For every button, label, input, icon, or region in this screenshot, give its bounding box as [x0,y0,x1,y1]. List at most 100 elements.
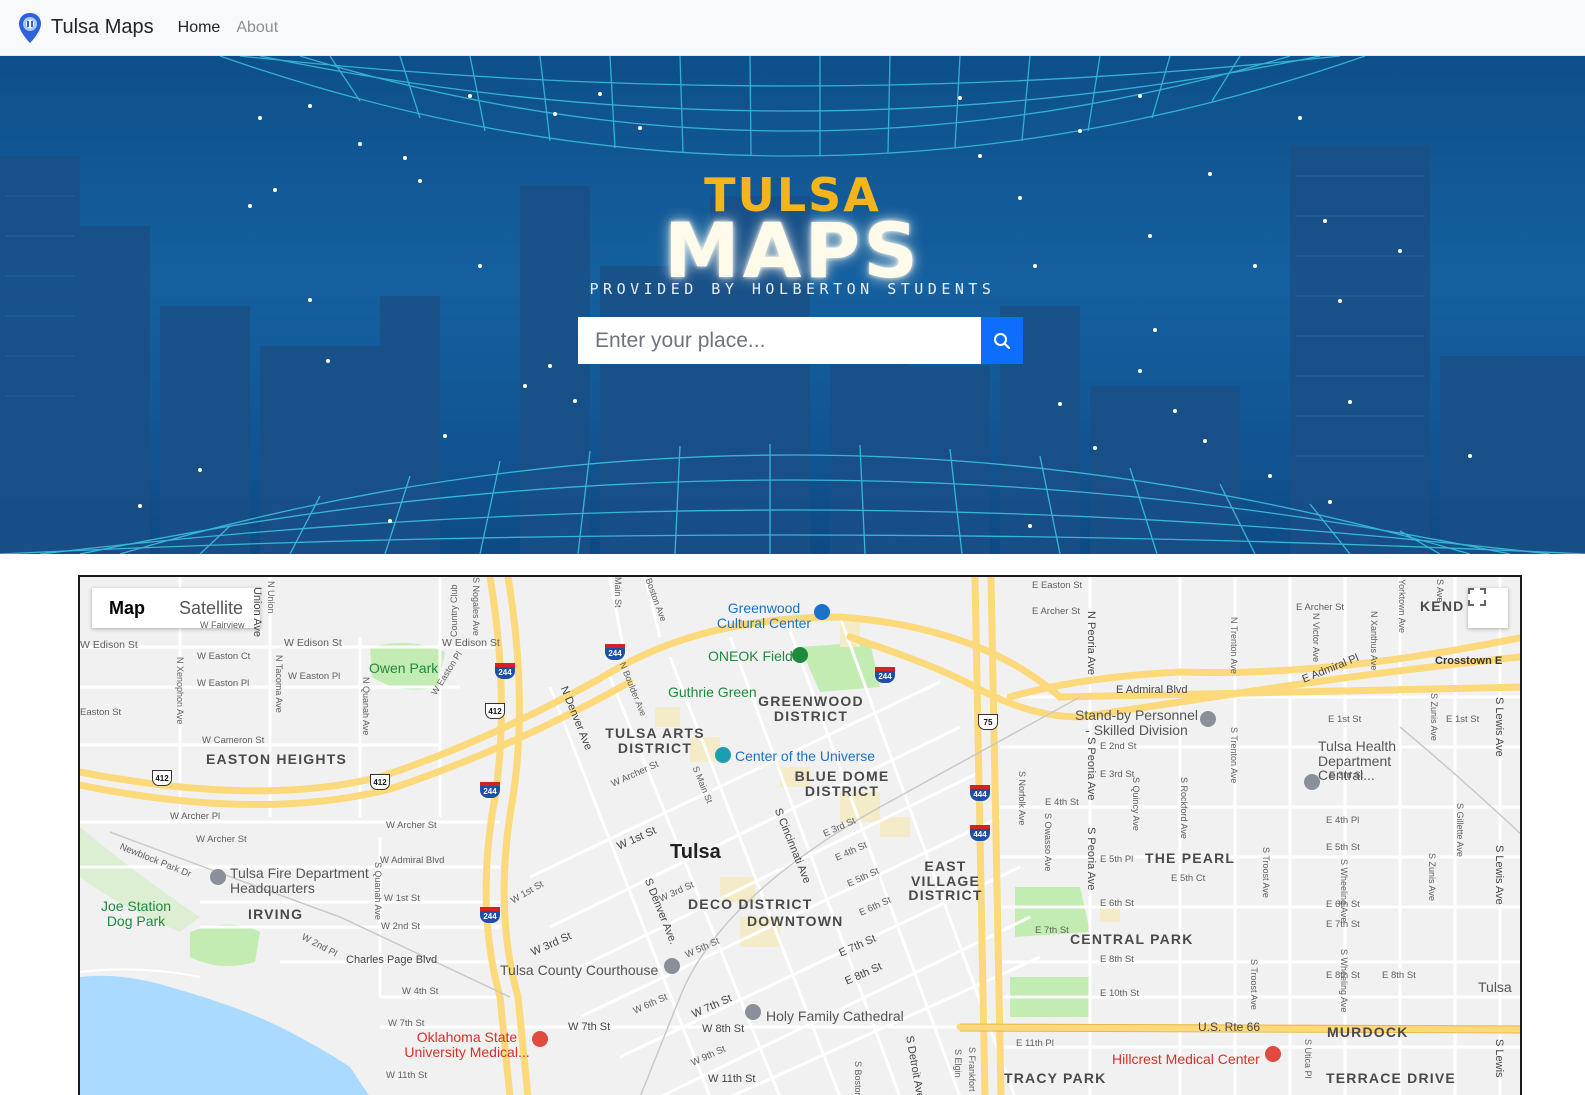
interstate-444-shield: 444 [970,785,990,801]
search-button[interactable] [981,317,1023,364]
poi-label[interactable]: ONEOK Field [708,649,793,664]
district-label: BLUE DOME DISTRICT [794,768,890,799]
hero-banner: TULSA MAPS PROVIDED BY HOLBERTON STUDENT… [0,56,1585,554]
street-label: E 1st St [1328,714,1362,725]
street-label: S Lewis Ave [1493,845,1505,905]
street-label: S Lewis Ave [1493,697,1505,757]
street-label: S Owasso Ave [1043,813,1053,872]
poi-label[interactable]: Oklahoma State University Medical... [402,1030,532,1060]
street-label: E 5th St [1326,842,1360,853]
street-label: W 11th St [708,1073,756,1085]
street-label: W Fairview [200,620,245,630]
street-label: N Xanthus Ave [1369,611,1379,671]
district-label: IRVING [248,906,304,922]
poi-label: Tulsa [1478,979,1512,995]
map-container[interactable]: Map Satellite 244 244 244 244 244 444 44… [78,575,1522,1095]
street-label: W 4th St [402,986,439,997]
courthouse-marker-icon[interactable] [664,958,680,974]
street-label: W 7th St [388,1018,425,1029]
street-label: S Lewis [1493,1039,1505,1078]
street-label: S Peoria Ave [1085,827,1097,891]
street-label: E 6th St [1100,898,1134,909]
district-label: TULSA ARTS DISTRICT [605,725,705,756]
search-bar [578,317,1023,364]
nav-home-link[interactable]: Home [178,19,221,37]
street-label: N Trenton Ave [1229,617,1239,674]
street-label: E 3rd St [1329,770,1364,781]
street-label: W 7th St [568,1021,611,1033]
hero-subtitle: PROVIDED BY HOLBERTON STUDENTS [589,280,996,298]
street-label: Easton St [80,707,122,718]
street-label: Crosstown E [1435,655,1503,667]
street-label: E 5th Ct [1171,873,1206,884]
hero-background [0,56,1585,554]
street-label: N Union [266,581,276,614]
street-label: S Rockford Ave [1179,777,1189,839]
street-label: S Elgin [953,1049,963,1078]
poi-label[interactable]: Hillcrest Medical Center [1112,1052,1260,1067]
street-label: N Tacoma Ave [274,655,284,713]
district-label: EASTON HEIGHTS [206,751,348,767]
street-label: E 10th St [1100,988,1140,999]
street-label: W Archer St [386,820,437,831]
us-412-shield: 412 [485,703,505,719]
street-label: S Wheeling Ave [1339,949,1349,1013]
street-label: W 2nd St [381,921,421,932]
street-label: S Trenton Ave [1229,727,1239,784]
camera-marker-icon[interactable] [715,747,731,763]
us-412-shield: 412 [152,770,172,786]
poi-label[interactable]: Tulsa County Courthouse [500,963,658,978]
church-marker-icon[interactable] [745,1004,761,1020]
poi-label[interactable]: Owen Park [369,661,438,676]
street-label: S Frankfort [967,1047,977,1092]
nav-about-link[interactable]: About [236,19,278,37]
street-label: S Zunis Ave [1429,693,1439,741]
poi-label[interactable]: Stand-by Personnel - Skilled Division [1074,708,1199,738]
street-label: E Admiral Blvd [1116,684,1188,696]
street-label: S Gillette Ave [1455,803,1465,857]
museum-marker-icon[interactable] [814,604,830,620]
street-label: Union Ave [251,587,263,637]
street-label: E 7th St [1035,925,1069,936]
street-label: S Norfolk Ave [1017,771,1027,826]
hospital-marker-icon[interactable] [1265,1046,1281,1062]
briefcase-marker-icon[interactable] [1200,711,1216,727]
poi-label[interactable]: Guthrie Green [668,685,757,700]
street-label: W 8th St [702,1023,745,1035]
street-label: W Easton Pl [288,671,341,682]
district-label: TERRACE DRIVE [1326,1070,1456,1086]
interstate-244-shield: 244 [495,663,515,679]
hospital-marker-icon[interactable] [532,1031,548,1047]
interstate-244-shield: 244 [480,907,500,923]
river-water [80,975,369,1095]
street-label: S Nogales Ave [471,577,481,636]
street-label: E 3rd St [1100,769,1135,780]
stadium-marker-icon[interactable] [792,647,808,663]
map-type-map-button[interactable]: Map [92,588,162,628]
street-label: W Archer St [196,834,247,845]
street-label: W Admiral Blvd [380,855,445,866]
district-label: THE PEARL [1145,850,1236,866]
street-label: W Edison St [442,637,500,649]
street-label: E 11th Pl [1016,1038,1054,1049]
poi-label[interactable]: Holy Family Cathedral [766,1009,904,1024]
fire-dept-marker-icon[interactable] [210,869,226,885]
street-label: S Peoria Ave [1085,737,1097,801]
street-label: E 5th Pl [1100,854,1134,865]
search-icon [994,332,1011,349]
us-412-shield: 412 [370,774,390,790]
street-label: Yorktown Ave [1397,579,1407,634]
street-label: U.S. Rte 66 [1198,1020,1261,1034]
search-input[interactable] [578,317,981,364]
street-label: E 8th St [1382,970,1416,981]
street-label: S Wheeling Ave [1339,859,1349,923]
brand-link[interactable]: Tulsa Maps [17,12,154,44]
poi-label[interactable]: Tulsa Fire Department Headquarters [230,866,380,896]
poi-label[interactable]: Center of the Universe [735,749,875,764]
poi-label[interactable]: Greenwood Cultural Center [714,601,814,631]
district-label: EAST VILLAGE DISTRICT [908,858,983,904]
poi-label[interactable]: Joe Station Dog Park [96,899,176,929]
street-label: Country Club [449,584,459,637]
street-label: S Ave [1435,579,1445,603]
fullscreen-button[interactable] [1468,588,1508,628]
